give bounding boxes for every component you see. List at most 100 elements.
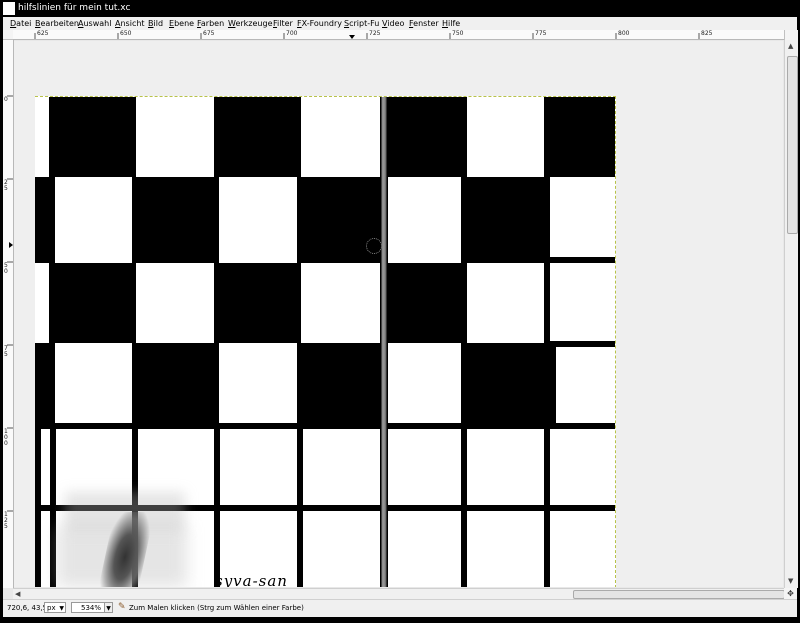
unit-value: px (47, 604, 56, 612)
menu-bearbeiten[interactable]: Bearbeiten (35, 18, 79, 29)
menu-bild[interactable]: Bild (148, 18, 163, 29)
scroll-left-icon[interactable]: ◀ (15, 590, 20, 598)
zoom-value: 534% (81, 604, 102, 612)
grid-line (544, 427, 550, 587)
menu-mnemonic: A (78, 19, 84, 28)
zoom-dropdown-button[interactable]: ▼ (105, 602, 113, 613)
checker-square (380, 263, 467, 343)
status-bar: 720,6, 43,5 px ▼ 534% ▼ ✎ Zum Malen klic… (3, 599, 797, 617)
horizontal-ruler[interactable]: 625 650 675 700 725 750 775 800 825 (13, 30, 784, 40)
ruler-label: 0 (4, 96, 8, 103)
menu-ebene[interactable]: Ebene (169, 18, 194, 29)
menu-datei[interactable]: Datei (10, 18, 31, 29)
menu-mnemonic: F (197, 19, 201, 28)
brush-cursor-outline (366, 238, 382, 254)
grid-line (50, 427, 56, 587)
grid-line (550, 347, 556, 427)
zoom-level-field[interactable]: 534% (71, 602, 105, 613)
menu-mnemonic: H (442, 19, 449, 28)
chevron-down-icon: ▼ (59, 605, 64, 612)
ruler-label: 700 (286, 30, 298, 37)
menu-script-fu[interactable]: Script-Fu (344, 18, 379, 29)
ruler-label: 75 (4, 345, 8, 358)
ruler-label: 125 (4, 511, 8, 530)
grid-line (461, 427, 467, 587)
ruler-label: 650 (120, 30, 132, 37)
ruler-label: 100 (4, 428, 8, 447)
menu-video[interactable]: Video (382, 18, 404, 29)
ruler-label: 750 (452, 30, 464, 37)
menu-mnemonic: E (169, 19, 175, 28)
status-hint: Zum Malen klicken (Strg zum Wählen einer… (129, 604, 304, 612)
menu-mnemonic: F (297, 19, 302, 28)
menu-mnemonic: S (344, 19, 350, 28)
window-title: hilfslinien für mein tut.xc (18, 3, 131, 13)
ruler-label: 625 (37, 30, 49, 37)
menu-mnemonic: F (273, 19, 278, 28)
checker-square (214, 263, 301, 343)
checker-square (214, 97, 301, 177)
scroll-up-icon[interactable]: ▲ (788, 43, 793, 50)
guide-line[interactable] (380, 97, 388, 587)
signature-text: syva-san (215, 572, 288, 587)
vertical-ruler[interactable]: 0 25 50 75 100 125 (3, 40, 14, 588)
menu-mnemonic: F (409, 19, 414, 28)
grid-line (35, 423, 615, 429)
brush-icon: ✎ (118, 602, 126, 612)
ruler-pointer (349, 35, 355, 39)
menu-mnemonic: W (228, 19, 236, 28)
chevron-down-icon: ▼ (106, 605, 111, 612)
menu-hilfe[interactable]: Hilfe (442, 18, 460, 29)
pointer-coordinates: 720,6, 43,5 (7, 604, 48, 612)
vertical-scrollbar[interactable]: ▲ ▼ (784, 40, 798, 588)
menu-filter[interactable]: Filter (273, 18, 293, 29)
window-icon (3, 2, 15, 15)
ruler-label: 725 (369, 30, 381, 37)
canvas-area[interactable]: syva-san (14, 41, 783, 587)
menu-farben[interactable]: Farben (197, 18, 224, 29)
checker-square (297, 343, 387, 427)
unit-dropdown[interactable]: px ▼ (44, 602, 66, 613)
menu-mnemonic: A (115, 19, 121, 28)
ruler-pointer (9, 242, 13, 248)
ruler-label: 50 (4, 262, 8, 275)
menu-werkzeuge[interactable]: Werkzeuge (228, 18, 273, 29)
grid-line (550, 257, 615, 263)
checker-square (132, 343, 219, 427)
menu-mnemonic: V (382, 19, 388, 28)
grid-line (297, 427, 303, 587)
horizontal-scroll-thumb[interactable] (573, 590, 785, 599)
ruler-ticks (7, 95, 13, 512)
grid-line (544, 263, 550, 343)
checker-square (544, 97, 615, 177)
grid-line (35, 427, 41, 587)
menu-mnemonic: B (35, 19, 41, 28)
image-canvas[interactable]: syva-san (35, 96, 616, 587)
ruler-label: 675 (203, 30, 215, 37)
navigate-corner-button[interactable] (784, 30, 798, 40)
horizontal-scrollbar[interactable]: ◀ (13, 588, 785, 599)
menu-mnemonic: D (10, 19, 17, 28)
checker-square (49, 97, 136, 177)
menu-fx-foundry[interactable]: FX-Foundry (297, 18, 342, 29)
zoom-fit-button[interactable]: ✥ (784, 588, 797, 599)
menu-bar: Datei Bearbeiten Auswahl Ansicht Bild Eb… (3, 17, 797, 30)
move-icon: ✥ (787, 589, 794, 598)
checker-square (49, 263, 136, 343)
checker-square (380, 97, 467, 177)
checker-square (35, 177, 55, 263)
checker-square (461, 177, 550, 263)
ruler-label: 825 (701, 30, 713, 37)
checker-gap (35, 263, 49, 343)
menu-fenster[interactable]: Fenster (409, 18, 439, 29)
ruler-label: 25 (4, 179, 8, 192)
grid-line (550, 341, 615, 347)
vertical-scroll-thumb[interactable] (787, 56, 798, 234)
menu-ansicht[interactable]: Ansicht (115, 18, 145, 29)
checker-square (35, 343, 55, 427)
grid-line (214, 427, 220, 587)
ruler-label: 775 (535, 30, 547, 37)
scroll-down-icon[interactable]: ▼ (788, 578, 793, 585)
checker-square (461, 343, 550, 427)
menu-auswahl[interactable]: Auswahl (78, 18, 111, 29)
